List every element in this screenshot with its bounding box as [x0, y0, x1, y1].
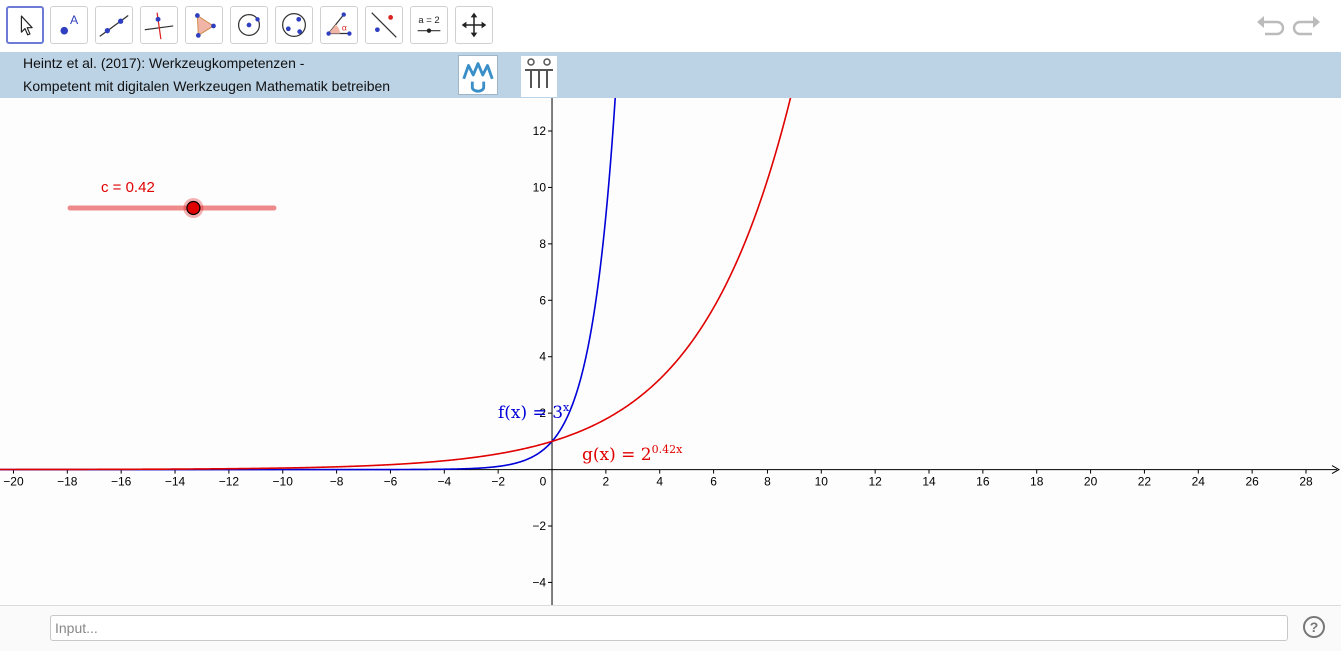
y-tick-label: 4 [539, 350, 546, 364]
x-tick-label: −6 [384, 475, 398, 489]
point-tool-label: A [70, 13, 79, 27]
toolbar: A α a = 2 [0, 0, 1341, 52]
x-tick-label: 24 [1192, 475, 1206, 489]
reflect-tool-button[interactable] [365, 6, 403, 44]
y-tick-label: 12 [533, 124, 547, 138]
conic-tool-button[interactable] [275, 6, 313, 44]
f-curve-label: f(x) = 3x [498, 401, 570, 423]
x-tick-label: 18 [1030, 475, 1044, 489]
x-tick-label: 22 [1138, 475, 1152, 489]
redo-icon[interactable] [1292, 12, 1322, 42]
mnu-logo-graphic [462, 62, 494, 93]
x-tick-label: 0 [540, 475, 547, 489]
polygon-icon [195, 13, 216, 38]
slider-icon: a = 2 [417, 15, 441, 33]
angle-icon: α [326, 12, 352, 36]
y-tick-label: 8 [539, 237, 546, 251]
x-tick-label: −16 [111, 475, 132, 489]
header-banner: Heintz et al. (2017): Werkzeugkompetenze… [0, 52, 1341, 98]
help-icon[interactable]: ? [1303, 616, 1325, 638]
line-through-points-icon [99, 15, 129, 37]
y-tick-label: −4 [532, 575, 546, 589]
move-graphics-view-tool-button[interactable] [455, 6, 493, 44]
x-tick-label: −12 [219, 475, 240, 489]
circle-center-icon [237, 13, 261, 37]
t-sensing-logo-graphic [525, 58, 553, 88]
reflect-about-line-icon [371, 12, 397, 38]
perpendicular-line-icon [144, 12, 174, 40]
x-tick-label: 14 [922, 475, 936, 489]
x-tick-label: 10 [815, 475, 829, 489]
polygon-tool-button[interactable] [185, 6, 223, 44]
slider-handle[interactable] [186, 200, 201, 216]
slider-label: c = 0.42 [101, 179, 155, 196]
mnu-logo [458, 55, 498, 95]
undo-icon[interactable] [1255, 12, 1285, 42]
input-bar: ? [0, 605, 1341, 651]
circle-center-tool-button[interactable] [230, 6, 268, 44]
x-tick-label: −10 [273, 475, 294, 489]
banner-title-line1: Heintz et al. (2017): Werkzeugkompetenze… [23, 55, 305, 71]
x-tick-label: 26 [1245, 475, 1259, 489]
slider-tool-label: a = 2 [418, 15, 439, 26]
angle-tool-button[interactable]: α [320, 6, 358, 44]
x-tick-label: 16 [976, 475, 990, 489]
y-tick-label: −2 [532, 519, 546, 533]
y-tick-label: 10 [533, 180, 547, 194]
x-tick-label: 28 [1299, 475, 1313, 489]
x-tick-label: 4 [656, 475, 663, 489]
x-tick-label: 12 [868, 475, 882, 489]
conic-icon [282, 13, 306, 37]
x-tick-label: −4 [437, 475, 451, 489]
x-tick-label: 2 [603, 475, 610, 489]
y-tick-label: 6 [539, 293, 546, 307]
x-tick-label: −8 [330, 475, 344, 489]
banner-title-line2: Kompetent mit digitalen Werkzeugen Mathe… [23, 78, 391, 94]
point-tool-button[interactable]: A [50, 6, 88, 44]
algebra-input[interactable] [50, 615, 1288, 641]
x-tick-label: −20 [3, 475, 24, 489]
x-tick-label: 8 [764, 475, 771, 489]
line-tool-button[interactable] [95, 6, 133, 44]
x-tick-label: −2 [491, 475, 505, 489]
graphics-background [0, 52, 1341, 605]
point-icon: A [60, 13, 79, 35]
x-tick-label: −14 [165, 475, 186, 489]
graphics-view[interactable]: −20 −18 −16 −14 −12 −10 −8 −6 −4 −2 0 2 4 6 8 10 12 14 16 1… [0, 52, 1341, 605]
angle-tool-label: α [342, 23, 347, 33]
x-tick-label: 6 [710, 475, 717, 489]
x-tick-label: −18 [57, 475, 78, 489]
x-tick-label: 20 [1084, 475, 1098, 489]
perpendicular-line-tool-button[interactable] [140, 6, 178, 44]
move-tool-button[interactable] [6, 6, 44, 44]
arrow-pointer-icon [20, 15, 33, 36]
slider-tool-button[interactable]: a = 2 [410, 6, 448, 44]
move-view-icon [461, 12, 487, 38]
t-sensing-logo [521, 56, 557, 97]
